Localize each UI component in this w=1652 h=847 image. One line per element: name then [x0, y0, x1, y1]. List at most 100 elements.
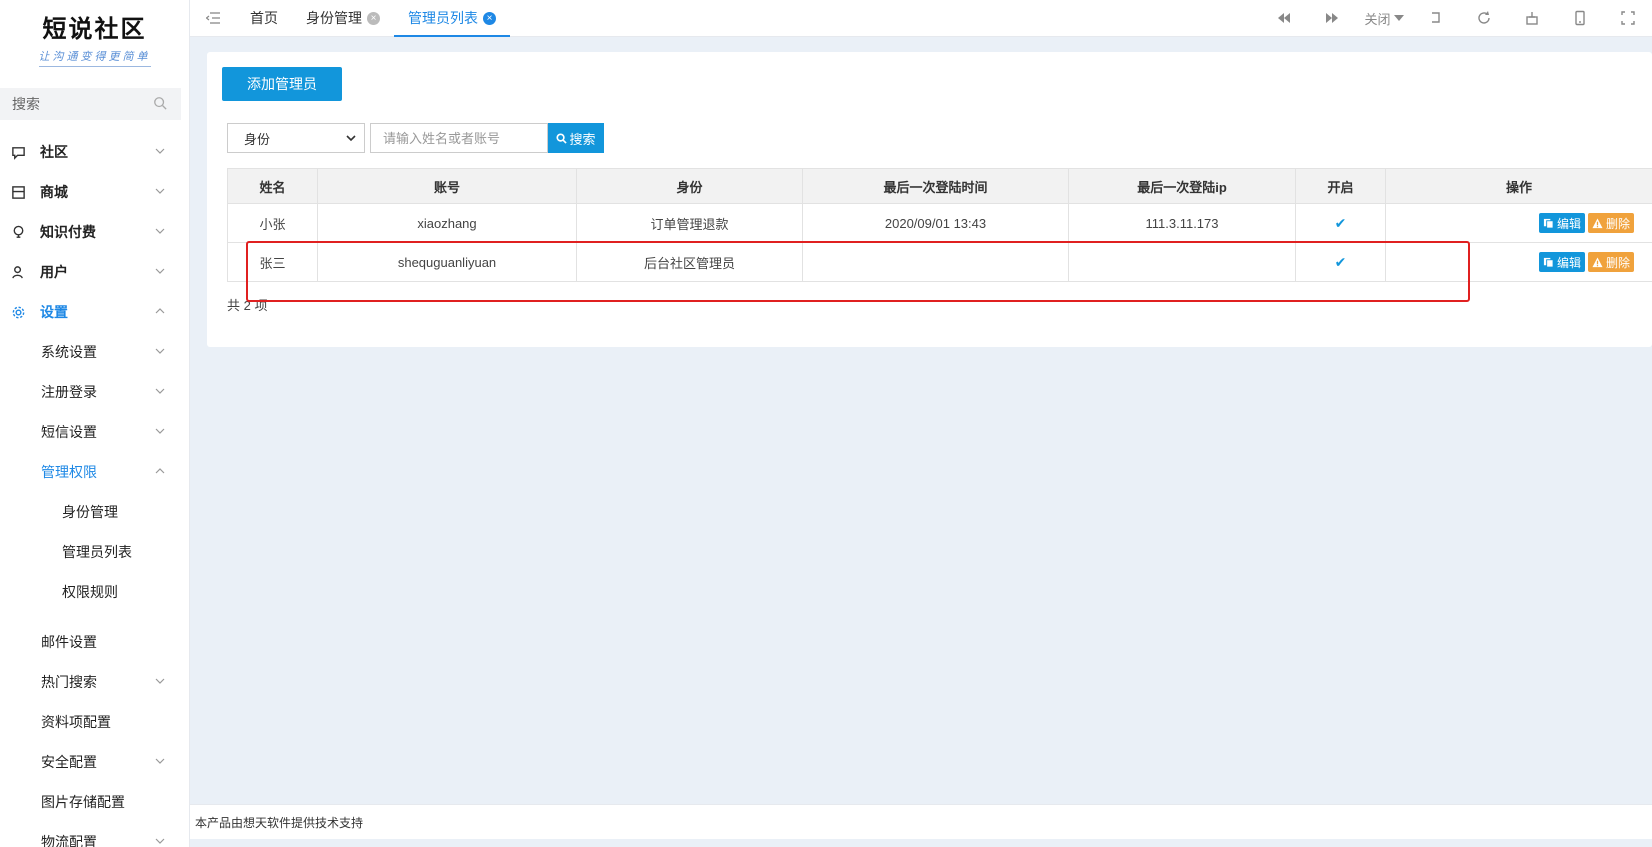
keyword-input[interactable]	[370, 123, 548, 153]
chevron-down-icon	[155, 228, 165, 234]
logo[interactable]: 短说社区 让沟通变得更简单	[0, 0, 189, 72]
role-select-value: 身份	[244, 131, 271, 147]
clear-cache-button[interactable]	[1508, 0, 1556, 37]
chevron-down-icon	[155, 348, 165, 354]
sidebar-item-settings[interactable]: 设置	[0, 292, 189, 332]
cell-account: shequguanliyuan	[317, 242, 577, 282]
cell-name: 张三	[227, 242, 318, 282]
col-header-account: 账号	[317, 168, 577, 204]
logo-title: 短说社区	[42, 14, 147, 43]
sidebar-search[interactable]: 搜索	[0, 88, 181, 120]
back-button[interactable]	[1412, 0, 1460, 37]
check-icon[interactable]: ✔	[1335, 254, 1347, 270]
tab-home[interactable]: 首页	[236, 0, 292, 36]
tab-label: 管理员列表	[408, 10, 478, 26]
cell-last-login-ip	[1068, 242, 1296, 282]
cell-role: 后台社区管理员	[576, 242, 803, 282]
sidebar-item-hot-search[interactable]: 热门搜索	[0, 662, 189, 702]
delete-button[interactable]: 删除	[1587, 213, 1634, 233]
cell-last-login-ip: 111.3.11.173	[1068, 203, 1296, 243]
sidebar-item-label: 商城	[40, 184, 68, 200]
sidebar-item-label: 资料项配置	[41, 714, 111, 730]
col-header-last-login-ip: 最后一次登陆ip	[1068, 168, 1296, 204]
delete-button[interactable]: 删除	[1587, 252, 1634, 272]
admin-list-panel: 添加管理员 身份 搜索 姓名 账号 身份 最后一次登陆时间 最后一次登陆ip 开…	[207, 52, 1652, 347]
sidebar-item-role-management[interactable]: 身份管理	[0, 492, 189, 532]
chevron-down-icon	[155, 148, 165, 154]
search-button-label: 搜索	[569, 131, 596, 147]
sidebar-item-sms-settings[interactable]: 短信设置	[0, 412, 189, 452]
sidebar-item-system-settings[interactable]: 系统设置	[0, 332, 189, 372]
fullscreen-icon	[1621, 11, 1635, 25]
sidebar-item-label: 注册登录	[41, 384, 97, 400]
sidebar-item-security-config[interactable]: 安全配置	[0, 742, 189, 782]
sidebar-item-label: 管理权限	[41, 464, 97, 480]
admin-table: 姓名 账号 身份 最后一次登陆时间 最后一次登陆ip 开启 操作 小张 xiao…	[227, 168, 1652, 282]
sidebar-item-store[interactable]: 商城	[0, 172, 189, 212]
sidebar-item-label: 系统设置	[41, 344, 97, 360]
menu-spacer	[0, 612, 189, 622]
double-right-icon	[1326, 13, 1338, 23]
sidebar-item-admin-list[interactable]: 管理员列表	[0, 532, 189, 572]
sidebar-item-profile-fields[interactable]: 资料项配置	[0, 702, 189, 742]
edit-label: 编辑	[1556, 255, 1581, 270]
col-header-enabled: 开启	[1295, 168, 1386, 204]
cell-last-login-time	[802, 242, 1069, 282]
col-header-actions: 操作	[1385, 168, 1652, 204]
search-icon	[153, 96, 167, 113]
chevron-down-icon	[155, 428, 165, 434]
refresh-button[interactable]	[1460, 0, 1508, 37]
chevron-up-icon	[155, 468, 165, 474]
sidebar-item-email-settings[interactable]: 邮件设置	[0, 622, 189, 662]
tab-next-button[interactable]	[1308, 0, 1356, 37]
sidebar-item-label: 知识付费	[40, 224, 96, 240]
close-icon[interactable]: ×	[483, 11, 496, 25]
tab-prev-button[interactable]	[1260, 0, 1308, 37]
chevron-down-icon	[155, 678, 165, 684]
sidebar-toggle-button[interactable]	[190, 0, 236, 36]
delete-label: 删除	[1605, 255, 1630, 270]
sidebar-item-label: 管理员列表	[62, 544, 132, 560]
lightbulb-icon	[10, 224, 26, 240]
sidebar-item-permission-rules[interactable]: 权限规则	[0, 572, 189, 612]
sidebar-item-register-login[interactable]: 注册登录	[0, 372, 189, 412]
warning-icon	[1592, 256, 1603, 267]
sidebar-item-label: 图片存储配置	[41, 794, 125, 810]
col-header-last-login-time: 最后一次登陆时间	[802, 168, 1069, 204]
tab-role-management[interactable]: 身份管理 ×	[292, 0, 394, 36]
mobile-icon	[1575, 10, 1585, 26]
close-tabs-dropdown[interactable]: 关闭	[1356, 9, 1412, 28]
close-icon[interactable]: ×	[367, 11, 380, 25]
sidebar-item-community[interactable]: 社区	[0, 132, 189, 172]
check-icon[interactable]: ✔	[1335, 215, 1347, 231]
role-select[interactable]: 身份	[227, 123, 365, 153]
edit-button[interactable]: 编辑	[1538, 252, 1585, 272]
edit-button[interactable]: 编辑	[1538, 213, 1585, 233]
col-header-name: 姓名	[227, 168, 318, 204]
add-admin-button[interactable]: 添加管理员	[222, 67, 342, 101]
table-header-row: 姓名 账号 身份 最后一次登陆时间 最后一次登陆ip 开启 操作	[227, 168, 1652, 204]
sidebar-item-admin-permissions[interactable]: 管理权限	[0, 452, 189, 492]
search-button[interactable]: 搜索	[548, 123, 604, 153]
sidebar-item-label: 权限规则	[62, 584, 118, 600]
sidebar-item-paid-knowledge[interactable]: 知识付费	[0, 212, 189, 252]
sidebar-item-logistics[interactable]: 物流配置	[0, 822, 189, 847]
sidebar-item-label: 设置	[40, 304, 68, 320]
mobile-view-button[interactable]	[1556, 0, 1604, 37]
copy-icon	[1543, 218, 1554, 229]
fullscreen-button[interactable]	[1604, 0, 1652, 37]
menu-fold-icon	[206, 12, 220, 24]
delete-label: 删除	[1605, 216, 1630, 231]
sidebar-item-image-storage[interactable]: 图片存储配置	[0, 782, 189, 822]
sidebar-item-label: 物流配置	[41, 834, 97, 847]
user-icon	[10, 264, 26, 280]
table-row: 小张 xiaozhang 订单管理退款 2020/09/01 13:43 111…	[227, 203, 1652, 243]
cell-enabled: ✔	[1295, 203, 1386, 243]
store-icon	[10, 184, 26, 200]
filter-bar: 身份 搜索	[227, 123, 604, 153]
col-header-role: 身份	[576, 168, 803, 204]
sidebar-item-users[interactable]: 用户	[0, 252, 189, 292]
tab-admin-list[interactable]: 管理员列表 ×	[394, 0, 510, 37]
edit-label: 编辑	[1556, 216, 1581, 231]
cell-account: xiaozhang	[317, 203, 577, 243]
